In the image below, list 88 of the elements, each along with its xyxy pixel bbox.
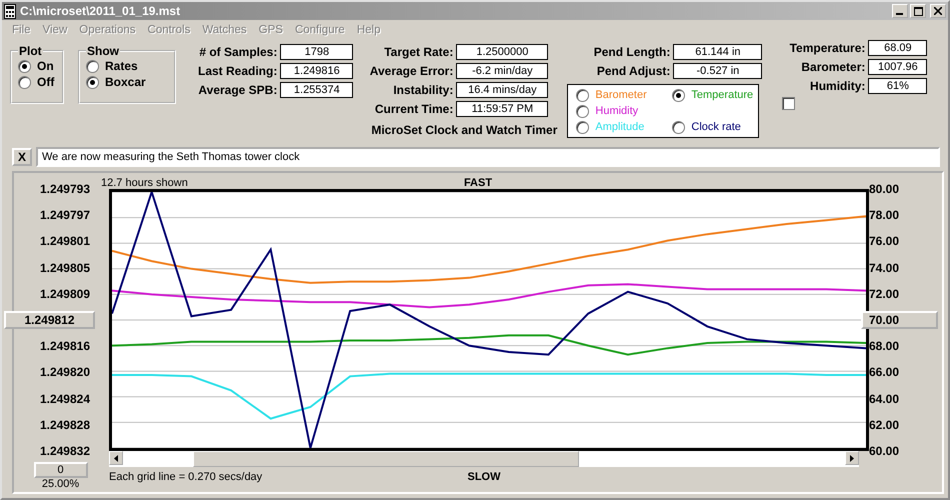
axis-label: 66.00 bbox=[868, 364, 900, 382]
field-label: Pend Length: bbox=[592, 45, 670, 59]
grid-note: Each grid line = 0.270 secs/day bbox=[109, 471, 262, 483]
axis-label: 60.00 bbox=[868, 442, 900, 460]
legend-label[interactable]: Clock rate bbox=[691, 121, 741, 133]
axis-label: 74.00 bbox=[868, 260, 900, 277]
radio-button[interactable] bbox=[86, 76, 99, 88]
field-label: Humidity: bbox=[809, 79, 866, 93]
value-field: 1.249816 bbox=[280, 63, 354, 79]
group-title: Plot bbox=[18, 44, 43, 58]
slow-label: SLOW bbox=[468, 471, 500, 483]
radio-button[interactable] bbox=[672, 88, 686, 102]
field-label: # of Samples: bbox=[198, 45, 278, 59]
scroll-thumb[interactable] bbox=[193, 451, 579, 467]
field-label: Average SPB: bbox=[198, 83, 278, 97]
legend-label[interactable]: Barometer bbox=[595, 89, 647, 101]
field-label: Average Error: bbox=[368, 64, 454, 78]
axis-label: 62.00 bbox=[868, 416, 900, 434]
hours-label: 12.7 hours shown bbox=[101, 177, 188, 189]
axis-label: 1.249820 bbox=[38, 364, 91, 382]
radio-button[interactable] bbox=[86, 60, 99, 72]
value-field: 1.255374 bbox=[280, 82, 354, 98]
maximize-button[interactable] bbox=[910, 4, 926, 18]
axis-label: 1.249816 bbox=[38, 338, 91, 356]
offset-button[interactable]: 0 bbox=[34, 462, 88, 478]
axis-label: 76.00 bbox=[868, 233, 900, 250]
axis-label: 1.249824 bbox=[38, 390, 91, 408]
radio-button[interactable] bbox=[576, 88, 590, 102]
field-label: Target Rate: bbox=[383, 45, 454, 59]
axis-label: 1.249801 bbox=[38, 233, 91, 250]
scroll-left-button[interactable] bbox=[109, 451, 123, 465]
checkbox[interactable] bbox=[782, 97, 796, 110]
radio-label[interactable]: Off bbox=[37, 75, 54, 89]
value-field: 1.2500000 bbox=[456, 44, 548, 60]
fast-label: FAST bbox=[464, 177, 492, 189]
group-title: Show bbox=[86, 44, 120, 58]
close-button[interactable] bbox=[930, 4, 946, 18]
app-caption: MicroSet Clock and Watch Timer bbox=[371, 123, 558, 137]
window-title: C:\microset\2011_01_19.mst bbox=[20, 4, 180, 18]
value-field: 61.144 in bbox=[673, 44, 762, 60]
maximize-icon bbox=[914, 6, 922, 16]
field-label: Last Reading: bbox=[198, 64, 278, 78]
close-message-button[interactable]: X bbox=[12, 148, 32, 166]
value-field: 1007.96 bbox=[868, 59, 928, 75]
radio-button[interactable] bbox=[576, 120, 590, 134]
field-label: Current Time: bbox=[374, 102, 454, 116]
axis-label: 78.00 bbox=[868, 207, 900, 224]
axis-label: 1.249832 bbox=[38, 442, 91, 460]
radio-button[interactable] bbox=[18, 60, 31, 72]
message-field[interactable]: We are now measuring the Seth Thomas tower clock bbox=[36, 147, 940, 167]
axis-button[interactable]: 70.00 bbox=[861, 310, 938, 329]
legend-label[interactable]: Humidity bbox=[595, 105, 638, 117]
axis-label: 64.00 bbox=[868, 390, 900, 408]
scroll-right-button[interactable] bbox=[845, 451, 859, 465]
left-arrow-icon bbox=[114, 454, 118, 462]
axis-label: 68.00 bbox=[868, 338, 900, 356]
value-field: 61% bbox=[868, 78, 928, 94]
axis-label: 1.249797 bbox=[38, 207, 91, 224]
right-arrow-icon bbox=[850, 454, 854, 462]
axis-label: 1.249828 bbox=[38, 416, 91, 434]
close-icon bbox=[934, 7, 942, 15]
value-field: 11:59:57 PM bbox=[456, 101, 548, 117]
field-label: Pend Adjust: bbox=[596, 64, 670, 78]
value-field: -0.527 in bbox=[673, 63, 762, 79]
minimize-button[interactable] bbox=[892, 4, 908, 18]
value-field: 1798 bbox=[280, 44, 354, 60]
radio-label[interactable]: On bbox=[37, 59, 54, 73]
calculator-icon bbox=[4, 4, 16, 18]
radio-button[interactable] bbox=[18, 76, 31, 88]
radio-label[interactable]: Boxcar bbox=[105, 75, 146, 89]
axis-label: 1.249805 bbox=[38, 260, 91, 277]
value-field: 16.4 mins/day bbox=[456, 82, 548, 98]
axis-label: 1.249809 bbox=[38, 286, 91, 303]
radio-button[interactable] bbox=[672, 120, 686, 134]
field-label: Barometer: bbox=[800, 60, 866, 74]
axis-label: 1.249793 bbox=[38, 181, 91, 198]
value-field: 68.09 bbox=[868, 40, 928, 56]
scrollbar[interactable] bbox=[109, 451, 859, 467]
radio-button[interactable] bbox=[576, 104, 590, 118]
value-field: -6.2 min/day bbox=[456, 63, 548, 79]
legend-label[interactable]: Temperature bbox=[691, 89, 754, 101]
field-label: Instability: bbox=[392, 83, 454, 97]
axis-label: 80.00 bbox=[868, 181, 900, 198]
radio-label[interactable]: Rates bbox=[105, 59, 138, 73]
axis-label: 72.00 bbox=[868, 286, 900, 303]
axis-button[interactable]: 1.249812 bbox=[4, 310, 95, 329]
zoom-label: 25.00% bbox=[42, 478, 80, 490]
field-label: Temperature: bbox=[788, 41, 866, 55]
